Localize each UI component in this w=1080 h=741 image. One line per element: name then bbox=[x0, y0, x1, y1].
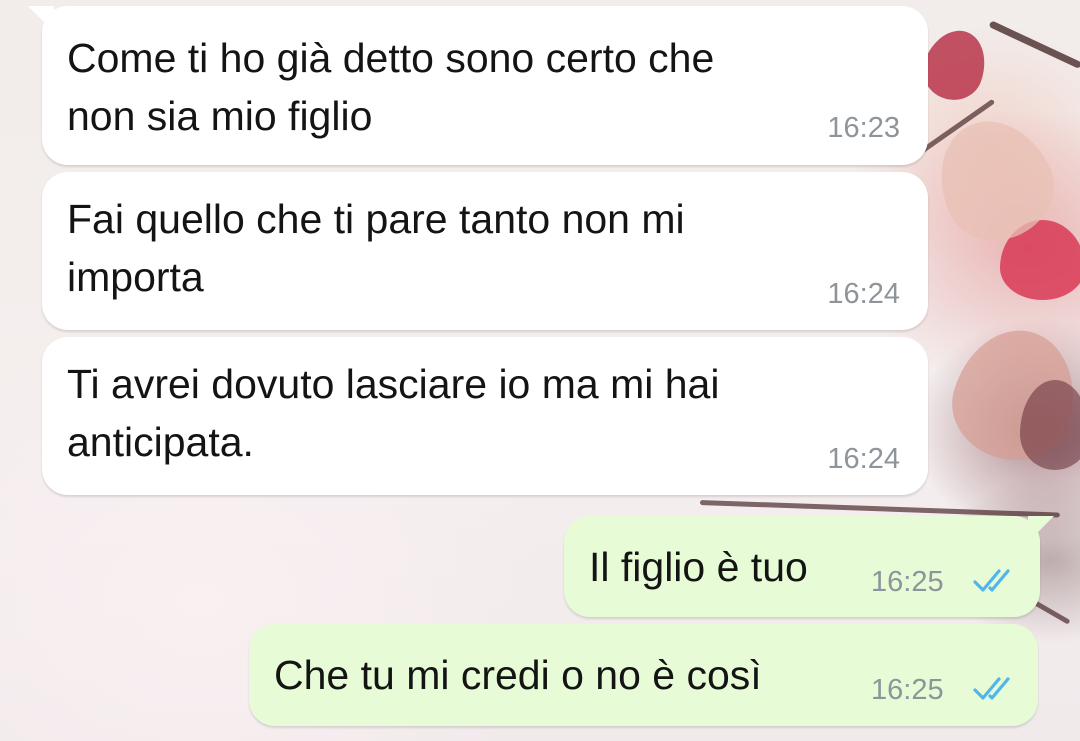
wallpaper-stem bbox=[699, 500, 1060, 518]
bubble-tail bbox=[28, 6, 54, 32]
incoming-message-bubble[interactable]: Fai quello che ti pare tanto non mi impo… bbox=[42, 172, 928, 330]
message-timestamp: 16:24 bbox=[827, 278, 900, 310]
read-receipt-icon bbox=[973, 677, 1010, 700]
message-timestamp: 16:25 bbox=[871, 566, 944, 598]
incoming-message-bubble[interactable]: Ti avrei dovuto lasciare io ma mi hai an… bbox=[42, 337, 928, 495]
outgoing-message-bubble[interactable]: Il figlio è tuo 16:25 bbox=[564, 516, 1054, 617]
message-text: Ti avrei dovuto lasciare io ma mi hai an… bbox=[67, 361, 720, 465]
message-timestamp: 16:24 bbox=[827, 443, 900, 475]
message-timestamp: 16:25 bbox=[871, 674, 944, 706]
message-text: Il figlio è tuo bbox=[589, 544, 808, 590]
incoming-message-bubble[interactable]: Come ti ho già detto sono certo che non … bbox=[28, 6, 928, 165]
outgoing-message-bubble[interactable]: Che tu mi credi o no è così 16:25 bbox=[249, 624, 1038, 726]
read-receipt-icon bbox=[973, 569, 1010, 592]
message-text: Come ti ho già detto sono certo che non … bbox=[67, 35, 715, 139]
message-text: Fai quello che ti pare tanto non mi impo… bbox=[67, 196, 685, 300]
message-timestamp: 16:23 bbox=[827, 112, 900, 144]
bubble-tail bbox=[1028, 516, 1054, 542]
message-text: Che tu mi credi o no è così bbox=[274, 652, 762, 698]
wallpaper-stem bbox=[988, 20, 1080, 69]
